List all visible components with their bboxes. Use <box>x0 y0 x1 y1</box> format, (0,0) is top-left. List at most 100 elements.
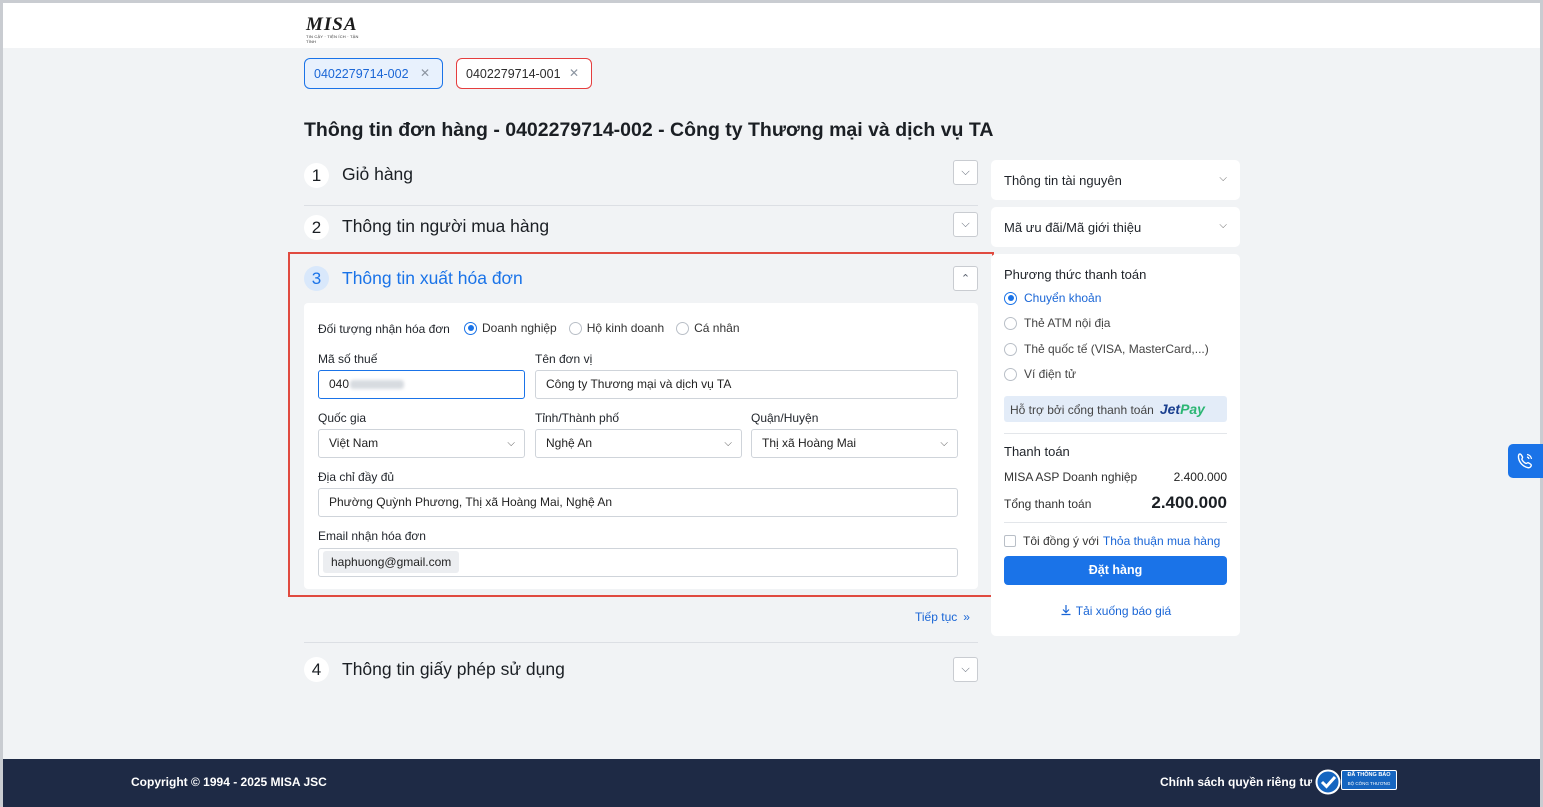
section-invoice-info[interactable]: 3 Thông tin xuất hóa đơn ⌃ <box>304 266 978 296</box>
step-number: 1 <box>304 163 329 188</box>
place-order-button[interactable]: Đặt hàng <box>1004 556 1227 585</box>
copyright-text: Copyright © 1994 - 2025 MISA JSC <box>131 775 327 789</box>
payment-method-title: Phương thức thanh toán <box>1004 267 1147 282</box>
registered-badge[interactable]: ĐÃ THÔNG BÁO BỘ CÔNG THƯƠNG <box>1315 768 1399 796</box>
radio-label: Cá nhân <box>694 321 740 335</box>
address-input[interactable]: Phường Quỳnh Phương, Thị xã Hoàng Mai, N… <box>318 488 958 517</box>
order-tab-002[interactable]: 0402279714-002 ✕ <box>304 58 443 89</box>
email-chip[interactable]: haphuong@gmail.com <box>323 551 460 573</box>
resource-info-card[interactable]: Thông tin tài nguyên ⌵ <box>991 160 1240 200</box>
footer: Copyright © 1994 - 2025 MISA JSC Chính s… <box>3 759 1540 807</box>
unit-name-label: Tên đơn vị <box>535 352 593 366</box>
checkmark-badge-icon <box>1315 769 1341 795</box>
unit-name-input[interactable]: Công ty Thương mại và dịch vụ TA <box>535 370 958 399</box>
radio-dot[interactable] <box>1004 342 1017 356</box>
chevron-down-icon[interactable]: ⌵ <box>953 160 978 185</box>
close-icon[interactable]: ✕ <box>420 66 430 80</box>
district-label: Quận/Huyện <box>751 411 819 425</box>
unit-name-value: Công ty Thương mại và dịch vụ TA <box>546 377 732 391</box>
radio-label: Doanh nghiệp <box>482 321 557 335</box>
divider <box>1004 522 1227 523</box>
divider <box>304 205 978 206</box>
purchase-agreement-link[interactable]: Thỏa thuận mua hàng <box>1103 534 1220 548</box>
recipient-radio-group: Doanh nghiệp Hộ kinh doanh Cá nhân <box>464 321 740 335</box>
radio-dot-selected[interactable] <box>464 321 477 335</box>
radio-dot[interactable] <box>676 321 690 335</box>
chevron-down-icon[interactable]: ⌵ <box>953 657 978 682</box>
radio-dot[interactable] <box>568 321 582 335</box>
phone-call-button[interactable] <box>1508 444 1543 478</box>
close-icon[interactable]: ✕ <box>569 66 579 80</box>
product-name: MISA ASP Doanh nghiệp <box>1004 470 1138 484</box>
chevron-down-icon: ⌵ <box>507 438 515 449</box>
chevron-down-icon: ⌵ <box>940 438 948 449</box>
redacted-text <box>350 380 405 390</box>
payment-option-label: Ví điện tử <box>1024 367 1077 381</box>
step-number: 2 <box>304 215 329 240</box>
order-tab-001[interactable]: 0402279714-001 ✕ <box>456 58 592 89</box>
email-input[interactable]: haphuong@gmail.com <box>318 548 958 577</box>
chevron-down-icon: ⌵ <box>724 438 732 449</box>
badge-line2: BỘ CÔNG THƯƠNG <box>1347 781 1391 786</box>
chevron-down-icon[interactable]: ⌵ <box>1219 173 1227 184</box>
product-price: 2.400.000 <box>1173 470 1227 484</box>
jetpay-logo: JetPay <box>1160 401 1205 417</box>
payment-option-bank-transfer[interactable]: Chuyển khoản <box>1004 291 1101 305</box>
tax-code-value: 040 <box>329 377 350 391</box>
divider <box>1004 433 1227 434</box>
radio-business[interactable]: Doanh nghiệp <box>464 321 557 335</box>
agree-text: Tôi đồng ý với <box>1023 534 1099 548</box>
misa-logo[interactable]: MISA TIN CẬY · TIỆN ÍCH · TẬN TÌNH <box>306 15 366 44</box>
chevron-up-icon[interactable]: ⌃ <box>953 266 978 291</box>
double-chevron-right-icon: » <box>963 610 970 624</box>
download-icon <box>1061 605 1071 616</box>
invoice-form: Đối tượng nhận hóa đơn Doanh nghiệp Hộ k… <box>304 303 978 589</box>
promo-code-title: Mã ưu đãi/Mã giới thiệu <box>1004 220 1142 235</box>
section-title: Thông tin giấy phép sử dụng <box>342 659 565 679</box>
province-label: Tỉnh/Thành phố <box>535 411 620 425</box>
top-bar: MISA TIN CẬY · TIỆN ÍCH · TẬN TÌNH <box>3 3 1540 48</box>
tab-label: 0402279714-002 <box>314 66 409 81</box>
download-quote-label: Tải xuống báo giá <box>1075 604 1172 618</box>
radio-individual[interactable]: Cá nhân <box>676 321 740 335</box>
continue-link[interactable]: Tiếp tục » <box>915 610 970 624</box>
payment-card: Phương thức thanh toán Chuyển khoản Thẻ … <box>991 254 1240 636</box>
download-quote-link[interactable]: Tải xuống báo giá <box>991 604 1240 618</box>
step-number: 4 <box>304 657 329 682</box>
payment-option-label: Thẻ ATM nội địa <box>1024 316 1111 330</box>
phone-icon <box>1517 453 1533 469</box>
chevron-down-icon[interactable]: ⌵ <box>953 212 978 237</box>
radio-label: Hộ kinh doanh <box>586 321 665 335</box>
section-license-info[interactable]: 4 Thông tin giấy phép sử dụng ⌵ <box>304 642 978 688</box>
radio-household-business[interactable]: Hộ kinh doanh <box>568 321 665 335</box>
privacy-policy-link[interactable]: Chính sách quyền riêng tư <box>1160 775 1312 789</box>
country-select[interactable]: Việt Nam ⌵ <box>318 429 525 458</box>
province-value: Nghệ An <box>546 436 593 450</box>
payment-option-ewallet[interactable]: Ví điện tử <box>1004 367 1076 381</box>
resource-info-title: Thông tin tài nguyên <box>1004 173 1122 188</box>
section-title: Thông tin người mua hàng <box>342 216 550 236</box>
email-label: Email nhận hóa đơn <box>318 529 426 543</box>
tax-code-label: Mã số thuế <box>318 352 378 366</box>
total-label: Tổng thanh toán <box>1004 497 1092 511</box>
payment-option-atm[interactable]: Thẻ ATM nội địa <box>1004 316 1110 330</box>
chevron-down-icon[interactable]: ⌵ <box>1219 220 1227 231</box>
radio-dot[interactable] <box>1004 367 1017 381</box>
step-number: 3 <box>304 266 329 291</box>
payment-gateway-banner: Hỗ trợ bởi cổng thanh toán JetPay <box>1004 396 1227 422</box>
promo-code-card[interactable]: Mã ưu đãi/Mã giới thiệu ⌵ <box>991 207 1240 247</box>
province-select[interactable]: Nghệ An ⌵ <box>535 429 742 458</box>
district-value: Thị xã Hoàng Mai <box>762 436 857 450</box>
district-select[interactable]: Thị xã Hoàng Mai ⌵ <box>751 429 958 458</box>
logo-tagline: TIN CẬY · TIỆN ÍCH · TẬN TÌNH <box>306 34 359 44</box>
agree-checkbox[interactable] <box>1004 535 1016 547</box>
section-cart[interactable]: 1 Giỏ hàng ⌵ <box>304 160 978 206</box>
tax-code-input[interactable]: 040 <box>318 370 525 399</box>
payment-option-label: Chuyển khoản <box>1024 291 1102 305</box>
payment-option-intl-card[interactable]: Thẻ quốc tế (VISA, MasterCard,...) <box>1004 342 1209 356</box>
radio-dot-selected[interactable] <box>1004 291 1017 305</box>
jetpay-logo-part1: Jet <box>1159 401 1181 417</box>
radio-dot[interactable] <box>1004 316 1017 330</box>
recipient-label: Đối tượng nhận hóa đơn <box>318 322 450 336</box>
section-title: Thông tin xuất hóa đơn <box>342 268 523 288</box>
